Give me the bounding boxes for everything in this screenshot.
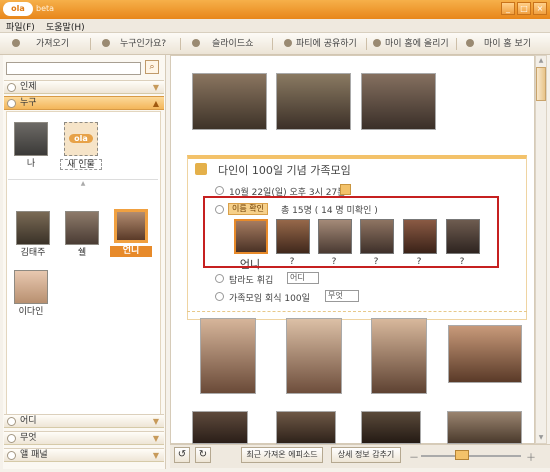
panel-divider[interactable]: ▲ <box>8 179 158 187</box>
home-icon <box>466 39 474 47</box>
who-section-icon <box>7 99 16 108</box>
rotate-right-icon[interactable]: ↻ <box>195 447 211 463</box>
menu-help[interactable]: 도움말(H) <box>46 20 85 33</box>
person-dain[interactable]: 이다인 <box>10 270 52 318</box>
avatar <box>16 211 50 245</box>
album-section-icon <box>7 451 16 460</box>
person-new[interactable]: ola 새 인물 <box>60 122 102 170</box>
person-kim[interactable]: 김태주 <box>12 211 54 259</box>
ola-logo: ola <box>69 134 93 143</box>
scrollbar[interactable] <box>535 55 547 444</box>
avatar <box>114 209 148 243</box>
photo-thumbnail[interactable] <box>276 73 351 130</box>
share-button[interactable]: 파티에 공유하기 <box>284 37 357 51</box>
calendar-icon[interactable] <box>340 184 351 195</box>
maximize-button[interactable]: □ <box>517 2 531 15</box>
zoom-slider-thumb[interactable] <box>455 450 469 460</box>
where-section-icon <box>7 417 16 426</box>
person-sister[interactable]: 언니 <box>110 209 152 257</box>
scroll-up-icon[interactable]: ▲ <box>536 56 546 66</box>
tag-icon <box>215 292 224 301</box>
chevron-down-icon: ▼ <box>152 417 159 426</box>
who-button[interactable]: 누구인가요? <box>102 37 166 51</box>
what-field[interactable]: 무엇 <box>325 290 359 302</box>
zoom-slider[interactable] <box>421 455 521 457</box>
section-person[interactable]: 인제 ▼ <box>4 80 164 94</box>
person-section-icon <box>7 83 16 92</box>
zoom-out-icon[interactable]: － <box>409 449 419 464</box>
event-title[interactable]: 다인이 100일 기념 가족모임 <box>218 162 351 178</box>
photo-thumbnail[interactable] <box>447 411 522 444</box>
toolbar-separator <box>366 38 367 50</box>
import-button[interactable]: 가져오기 <box>12 37 69 51</box>
search-icon[interactable]: ⌕ <box>145 60 159 74</box>
slideshow-icon <box>192 39 200 47</box>
photo-thumbnail[interactable] <box>192 411 248 444</box>
upload-button[interactable]: 마이 홈에 올리기 <box>373 37 449 51</box>
menu-file[interactable]: 파일(F) <box>6 20 35 33</box>
photo-thumbnail[interactable] <box>371 318 427 394</box>
toolbar-separator <box>180 38 181 50</box>
toolbar-separator <box>272 38 273 50</box>
who-icon <box>102 39 110 47</box>
what-section-icon <box>7 434 16 443</box>
chevron-down-icon: ▼ <box>152 83 159 92</box>
photo-thumbnail[interactable] <box>361 411 421 444</box>
minimize-button[interactable]: _ <box>501 2 515 15</box>
scroll-down-icon[interactable]: ▼ <box>536 433 546 443</box>
avatar <box>65 211 99 245</box>
place-label: 탐라도 휘깁 <box>229 276 274 286</box>
view-home-button[interactable]: 마이 홈 보기 <box>466 37 531 51</box>
chevron-up-icon: ▲ <box>152 99 159 108</box>
place-field[interactable]: 어디 <box>287 272 319 284</box>
share-icon <box>284 39 292 47</box>
slideshow-button[interactable]: 슬라이드쇼 <box>192 37 253 51</box>
photo-thumbnail[interactable] <box>276 411 336 444</box>
location-icon <box>215 274 224 283</box>
app-logo: ola log <box>3 2 33 27</box>
toolbar: 가져오기 누구인가요? 슬라이드쇼 파티에 공유하기 마이 홈에 올리기 마이 … <box>0 33 550 55</box>
chevron-down-icon: ▼ <box>152 434 159 443</box>
what-label: 가족모임 회식 100일 <box>229 294 310 304</box>
card-divider <box>187 311 527 312</box>
recent-episodes-button[interactable]: 최근 가져온 에피소드 <box>241 447 323 463</box>
clock-icon <box>215 186 224 195</box>
section-who[interactable]: 누구 ▲ <box>4 96 164 110</box>
photo-thumbnail[interactable] <box>200 318 256 394</box>
menu-bar: 파일(F) 도움말(H) <box>0 19 550 33</box>
toolbar-separator <box>90 38 91 50</box>
photo-thumbnail[interactable] <box>448 325 522 383</box>
import-icon <box>12 39 20 47</box>
chevron-down-icon: ▼ <box>152 451 159 460</box>
section-where[interactable]: 어디 ▼ <box>4 414 164 428</box>
avatar <box>14 122 48 156</box>
toolbar-separator <box>456 38 457 50</box>
avatar <box>14 270 48 304</box>
rotate-left-icon[interactable]: ↺ <box>174 447 190 463</box>
highlight-box <box>203 196 499 268</box>
event-icon <box>195 163 207 175</box>
photo-thumbnail[interactable] <box>192 73 267 130</box>
zoom-in-icon[interactable]: ＋ <box>526 449 536 464</box>
upload-icon <box>373 39 381 47</box>
search-input[interactable] <box>6 62 141 75</box>
scrollbar-thumb[interactable] <box>536 67 546 101</box>
new-person-avatar: ola <box>64 122 98 156</box>
section-what[interactable]: 무엇 ▼ <box>4 431 164 445</box>
hide-details-button[interactable]: 상세 정보 감추기 <box>331 447 401 463</box>
person-me[interactable]: 나 <box>10 122 52 170</box>
app-edition: beta <box>36 4 55 13</box>
close-button[interactable]: × <box>533 2 547 15</box>
photo-thumbnail[interactable] <box>286 318 342 394</box>
title-bar: ola log beta _ □ × <box>0 0 550 27</box>
person-shel[interactable]: 쉘 <box>61 211 103 259</box>
section-album[interactable]: 앨 패널 ▼ <box>4 448 164 462</box>
photo-thumbnail[interactable] <box>361 73 436 130</box>
